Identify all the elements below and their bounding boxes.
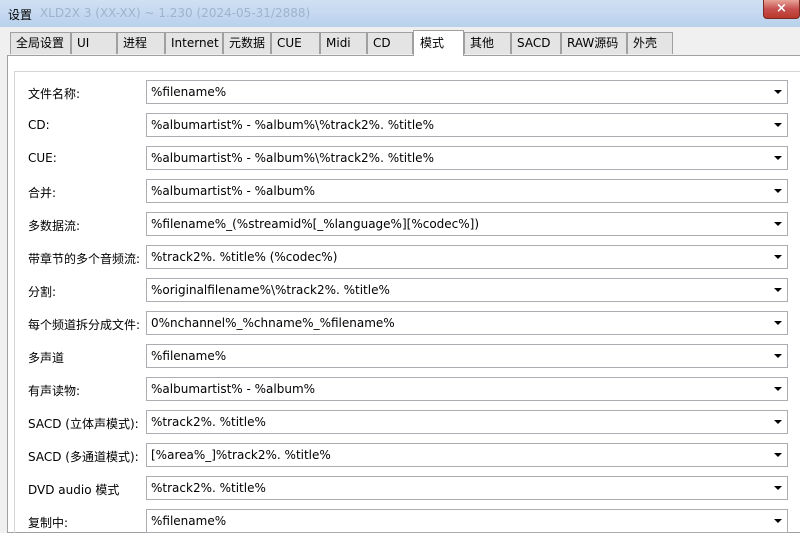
- dropdown-arrow-icon[interactable]: [774, 156, 782, 160]
- dropdown-arrow-icon[interactable]: [774, 354, 782, 358]
- combo-value: %track2%. %title%: [151, 481, 266, 495]
- combo-value: %track2%. %title% (%codec%): [151, 250, 338, 264]
- tab-strip: 全局设置 UI 进程 Internet 元数据 CUE Midi CD 模式 其…: [0, 30, 800, 56]
- row-label-sacd-multichannel: SACD (多通道模式):: [28, 450, 139, 464]
- combo-value: [%area%_]%track2%. %title%: [151, 448, 331, 462]
- filename-pattern-combobox[interactable]: %filename%: [146, 80, 788, 104]
- row-label-split: 分割:: [28, 285, 57, 299]
- tab-label: 其他: [470, 36, 495, 50]
- combo-value: %track2%. %title%: [151, 415, 266, 429]
- tab-label: RAW源码: [567, 36, 619, 50]
- combo-value: 0%nchannel%_%chname%_%filename%: [151, 316, 395, 330]
- row-label-multichannel: 多声道: [28, 351, 65, 365]
- row-label-multi-stream: 多数据流:: [28, 219, 81, 233]
- close-icon: ×: [776, 1, 787, 16]
- row-label-chaptered-audio: 带章节的多个音频流:: [28, 252, 141, 266]
- dropdown-arrow-icon[interactable]: [774, 321, 782, 325]
- dropdown-arrow-icon[interactable]: [774, 90, 782, 94]
- dropdown-arrow-icon[interactable]: [774, 519, 782, 523]
- sacd-stereo-pattern-combobox[interactable]: %track2%. %title%: [146, 410, 788, 434]
- audiobook-pattern-combobox[interactable]: %albumartist% - %album%: [146, 377, 788, 401]
- combo-value: %albumartist% - %album%\%track2%. %title…: [151, 151, 434, 165]
- row-label-copying: 复制中:: [28, 516, 69, 530]
- tab-cd[interactable]: CD: [367, 32, 413, 54]
- combo-value: %filename%: [151, 85, 227, 99]
- dropdown-arrow-icon[interactable]: [774, 387, 782, 391]
- close-button[interactable]: ×: [763, 0, 800, 19]
- dropdown-arrow-icon[interactable]: [774, 420, 782, 424]
- tab-label: 外壳: [633, 36, 658, 50]
- tab-label: Internet: [171, 36, 219, 50]
- tab-label: CD: [373, 36, 391, 50]
- tab-internet[interactable]: Internet: [165, 32, 223, 54]
- dropdown-arrow-icon[interactable]: [774, 486, 782, 490]
- dropdown-arrow-icon[interactable]: [774, 288, 782, 292]
- tab-shell[interactable]: 外壳: [627, 32, 673, 54]
- dropdown-arrow-icon[interactable]: [774, 453, 782, 457]
- tab-mode[interactable]: 模式: [413, 30, 464, 56]
- multi-stream-pattern-combobox[interactable]: %filename%_(%streamid%[_%language%][%cod…: [146, 212, 788, 236]
- dropdown-arrow-icon[interactable]: [774, 123, 782, 127]
- tab-ui[interactable]: UI: [71, 32, 117, 54]
- dropdown-arrow-icon[interactable]: [774, 222, 782, 226]
- combo-value: %originalfilename%\%track2%. %title%: [151, 283, 390, 297]
- tab-label: CUE: [277, 36, 302, 50]
- tab-label: UI: [77, 36, 90, 50]
- row-label-dvd-audio: DVD audio 模式: [28, 483, 120, 497]
- combo-value: %albumartist% - %album%: [151, 382, 316, 396]
- tab-global-settings[interactable]: 全局设置: [10, 32, 71, 54]
- window-title: 设置: [8, 8, 33, 22]
- tab-label: Midi: [326, 36, 351, 50]
- tab-label: 全局设置: [16, 36, 65, 50]
- dvd-audio-pattern-combobox[interactable]: %track2%. %title%: [146, 476, 788, 500]
- channel-split-pattern-combobox[interactable]: 0%nchannel%_%chname%_%filename%: [146, 311, 788, 335]
- row-label-filename: 文件名称:: [28, 87, 81, 101]
- tab-metadata[interactable]: 元数据: [223, 32, 271, 54]
- tab-label: SACD: [517, 36, 551, 50]
- combo-value: %filename%_(%streamid%[_%language%][%cod…: [151, 217, 480, 231]
- combo-value: %albumartist% - %album%\%track2%. %title…: [151, 118, 434, 132]
- row-label-cue: CUE:: [28, 151, 57, 165]
- tab-label: 模式: [420, 36, 445, 50]
- tab-cue[interactable]: CUE: [271, 32, 320, 54]
- row-label-sacd-stereo: SACD (立体声模式):: [28, 417, 139, 431]
- split-pattern-combobox[interactable]: %originalfilename%\%track2%. %title%: [146, 278, 788, 302]
- tab-process[interactable]: 进程: [117, 32, 165, 54]
- tab-sacd[interactable]: SACD: [511, 32, 561, 54]
- window-title-detail: XLD2X 3 (XX-XX) ~ 1.230 (2024-05-31/2888…: [40, 6, 311, 20]
- tab-label: 进程: [123, 36, 148, 50]
- tab-raw-source[interactable]: RAW源码: [561, 32, 627, 54]
- chaptered-audio-pattern-combobox[interactable]: %track2%. %title% (%codec%): [146, 245, 788, 269]
- row-label-audiobook: 有声读物:: [28, 384, 81, 398]
- dropdown-arrow-icon[interactable]: [774, 255, 782, 259]
- row-label-merge: 合并:: [28, 186, 57, 200]
- row-label-channel-split: 每个频道拆分成文件:: [28, 318, 141, 332]
- title-bar: 设置 XLD2X 3 (XX-XX) ~ 1.230 (2024-05-31/2…: [0, 0, 800, 27]
- tab-midi[interactable]: Midi: [320, 32, 367, 54]
- cd-pattern-combobox[interactable]: %albumartist% - %album%\%track2%. %title…: [146, 113, 788, 137]
- cue-pattern-combobox[interactable]: %albumartist% - %album%\%track2%. %title…: [146, 146, 788, 170]
- merge-pattern-combobox[interactable]: %albumartist% - %album%: [146, 179, 788, 203]
- combo-value: %filename%: [151, 514, 227, 528]
- copying-pattern-combobox[interactable]: %filename%: [146, 509, 788, 533]
- tab-label: 元数据: [229, 36, 266, 50]
- combo-value: %filename%: [151, 349, 227, 363]
- tab-other[interactable]: 其他: [464, 32, 511, 54]
- dropdown-arrow-icon[interactable]: [774, 189, 782, 193]
- combo-value: %albumartist% - %album%: [151, 184, 316, 198]
- sacd-multichannel-pattern-combobox[interactable]: [%area%_]%track2%. %title%: [146, 443, 788, 467]
- multichannel-pattern-combobox[interactable]: %filename%: [146, 344, 788, 368]
- row-label-cd: CD:: [28, 118, 50, 132]
